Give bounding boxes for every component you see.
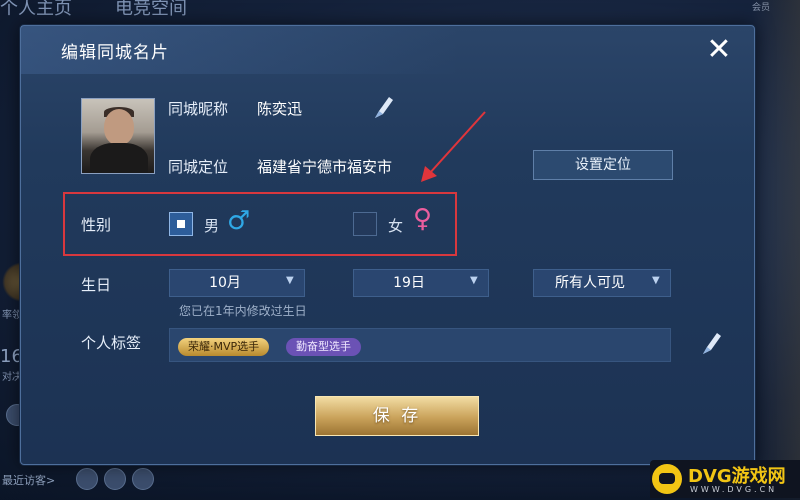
tags-area[interactable]: 荣耀·MVP选手 勤奋型选手	[169, 328, 671, 362]
logo-url: WWW.DVG.CN	[690, 485, 778, 494]
birth-month-value: 10月	[209, 275, 241, 291]
side-small-label: 率领	[2, 310, 22, 321]
avatar[interactable]	[81, 98, 155, 174]
red-arrow-annotation	[421, 111, 486, 182]
edit-city-card-dialog: 编辑同城名片 ✕ 同城昵称 陈奕迅 同城定位 福建省宁德市福安市 设置定位 性别…	[20, 25, 755, 465]
location-value: 福建省宁德市福安市	[257, 158, 393, 176]
nickname-value: 陈奕迅	[257, 100, 303, 118]
chevron-down-icon: ▼	[286, 275, 294, 286]
visibility-value: 所有人可见	[555, 275, 625, 291]
birth-day-select[interactable]: 19日 ▼	[353, 269, 489, 297]
male-symbol-icon: ♂	[227, 206, 251, 236]
side-small-label-2: 对决	[2, 372, 22, 383]
gamepad-icon	[652, 464, 682, 494]
close-button[interactable]: ✕	[704, 35, 734, 66]
birth-day-value: 19日	[393, 275, 425, 291]
birthday-hint: 您已在1年内修改过生日	[179, 304, 307, 318]
visitor-avatar-3[interactable]	[132, 468, 154, 490]
edit-tags-icon[interactable]	[697, 330, 725, 358]
tag-diligent[interactable]: 勤奋型选手	[286, 338, 361, 356]
dialog-title: 编辑同城名片	[61, 43, 169, 63]
site-logo: DVG游戏网 WWW.DVG.CN	[650, 460, 800, 498]
save-button[interactable]: 保 存	[315, 396, 479, 436]
tag-mvp[interactable]: 荣耀·MVP选手	[178, 338, 270, 356]
female-checkbox[interactable]	[353, 212, 377, 236]
chevron-down-icon: ▼	[652, 275, 660, 286]
tab-personal-home[interactable]: 个人主页	[0, 0, 72, 20]
chevron-down-icon: ▼	[470, 275, 478, 286]
visitor-avatar-2[interactable]	[104, 468, 126, 490]
tags-label: 个人标签	[81, 334, 142, 352]
location-label: 同城定位	[168, 158, 229, 176]
birthday-label: 生日	[81, 276, 112, 294]
right-decoration	[752, 0, 800, 500]
gender-label: 性别	[81, 216, 112, 234]
male-checkbox[interactable]	[169, 212, 193, 236]
edit-nickname-icon[interactable]	[369, 94, 397, 122]
nickname-label: 同城昵称	[168, 100, 229, 118]
female-label: 女	[388, 217, 404, 235]
male-label: 男	[204, 217, 220, 235]
recent-visitors-link[interactable]: 最近访客>	[2, 472, 55, 488]
birth-month-select[interactable]: 10月 ▼	[169, 269, 305, 297]
tab-esports-space[interactable]: 电竞空间	[115, 0, 187, 20]
visibility-select[interactable]: 所有人可见 ▼	[533, 269, 671, 297]
female-symbol-icon: ♀	[413, 204, 433, 234]
visitor-avatar-1[interactable]	[76, 468, 98, 490]
set-location-button[interactable]: 设置定位	[533, 150, 673, 180]
